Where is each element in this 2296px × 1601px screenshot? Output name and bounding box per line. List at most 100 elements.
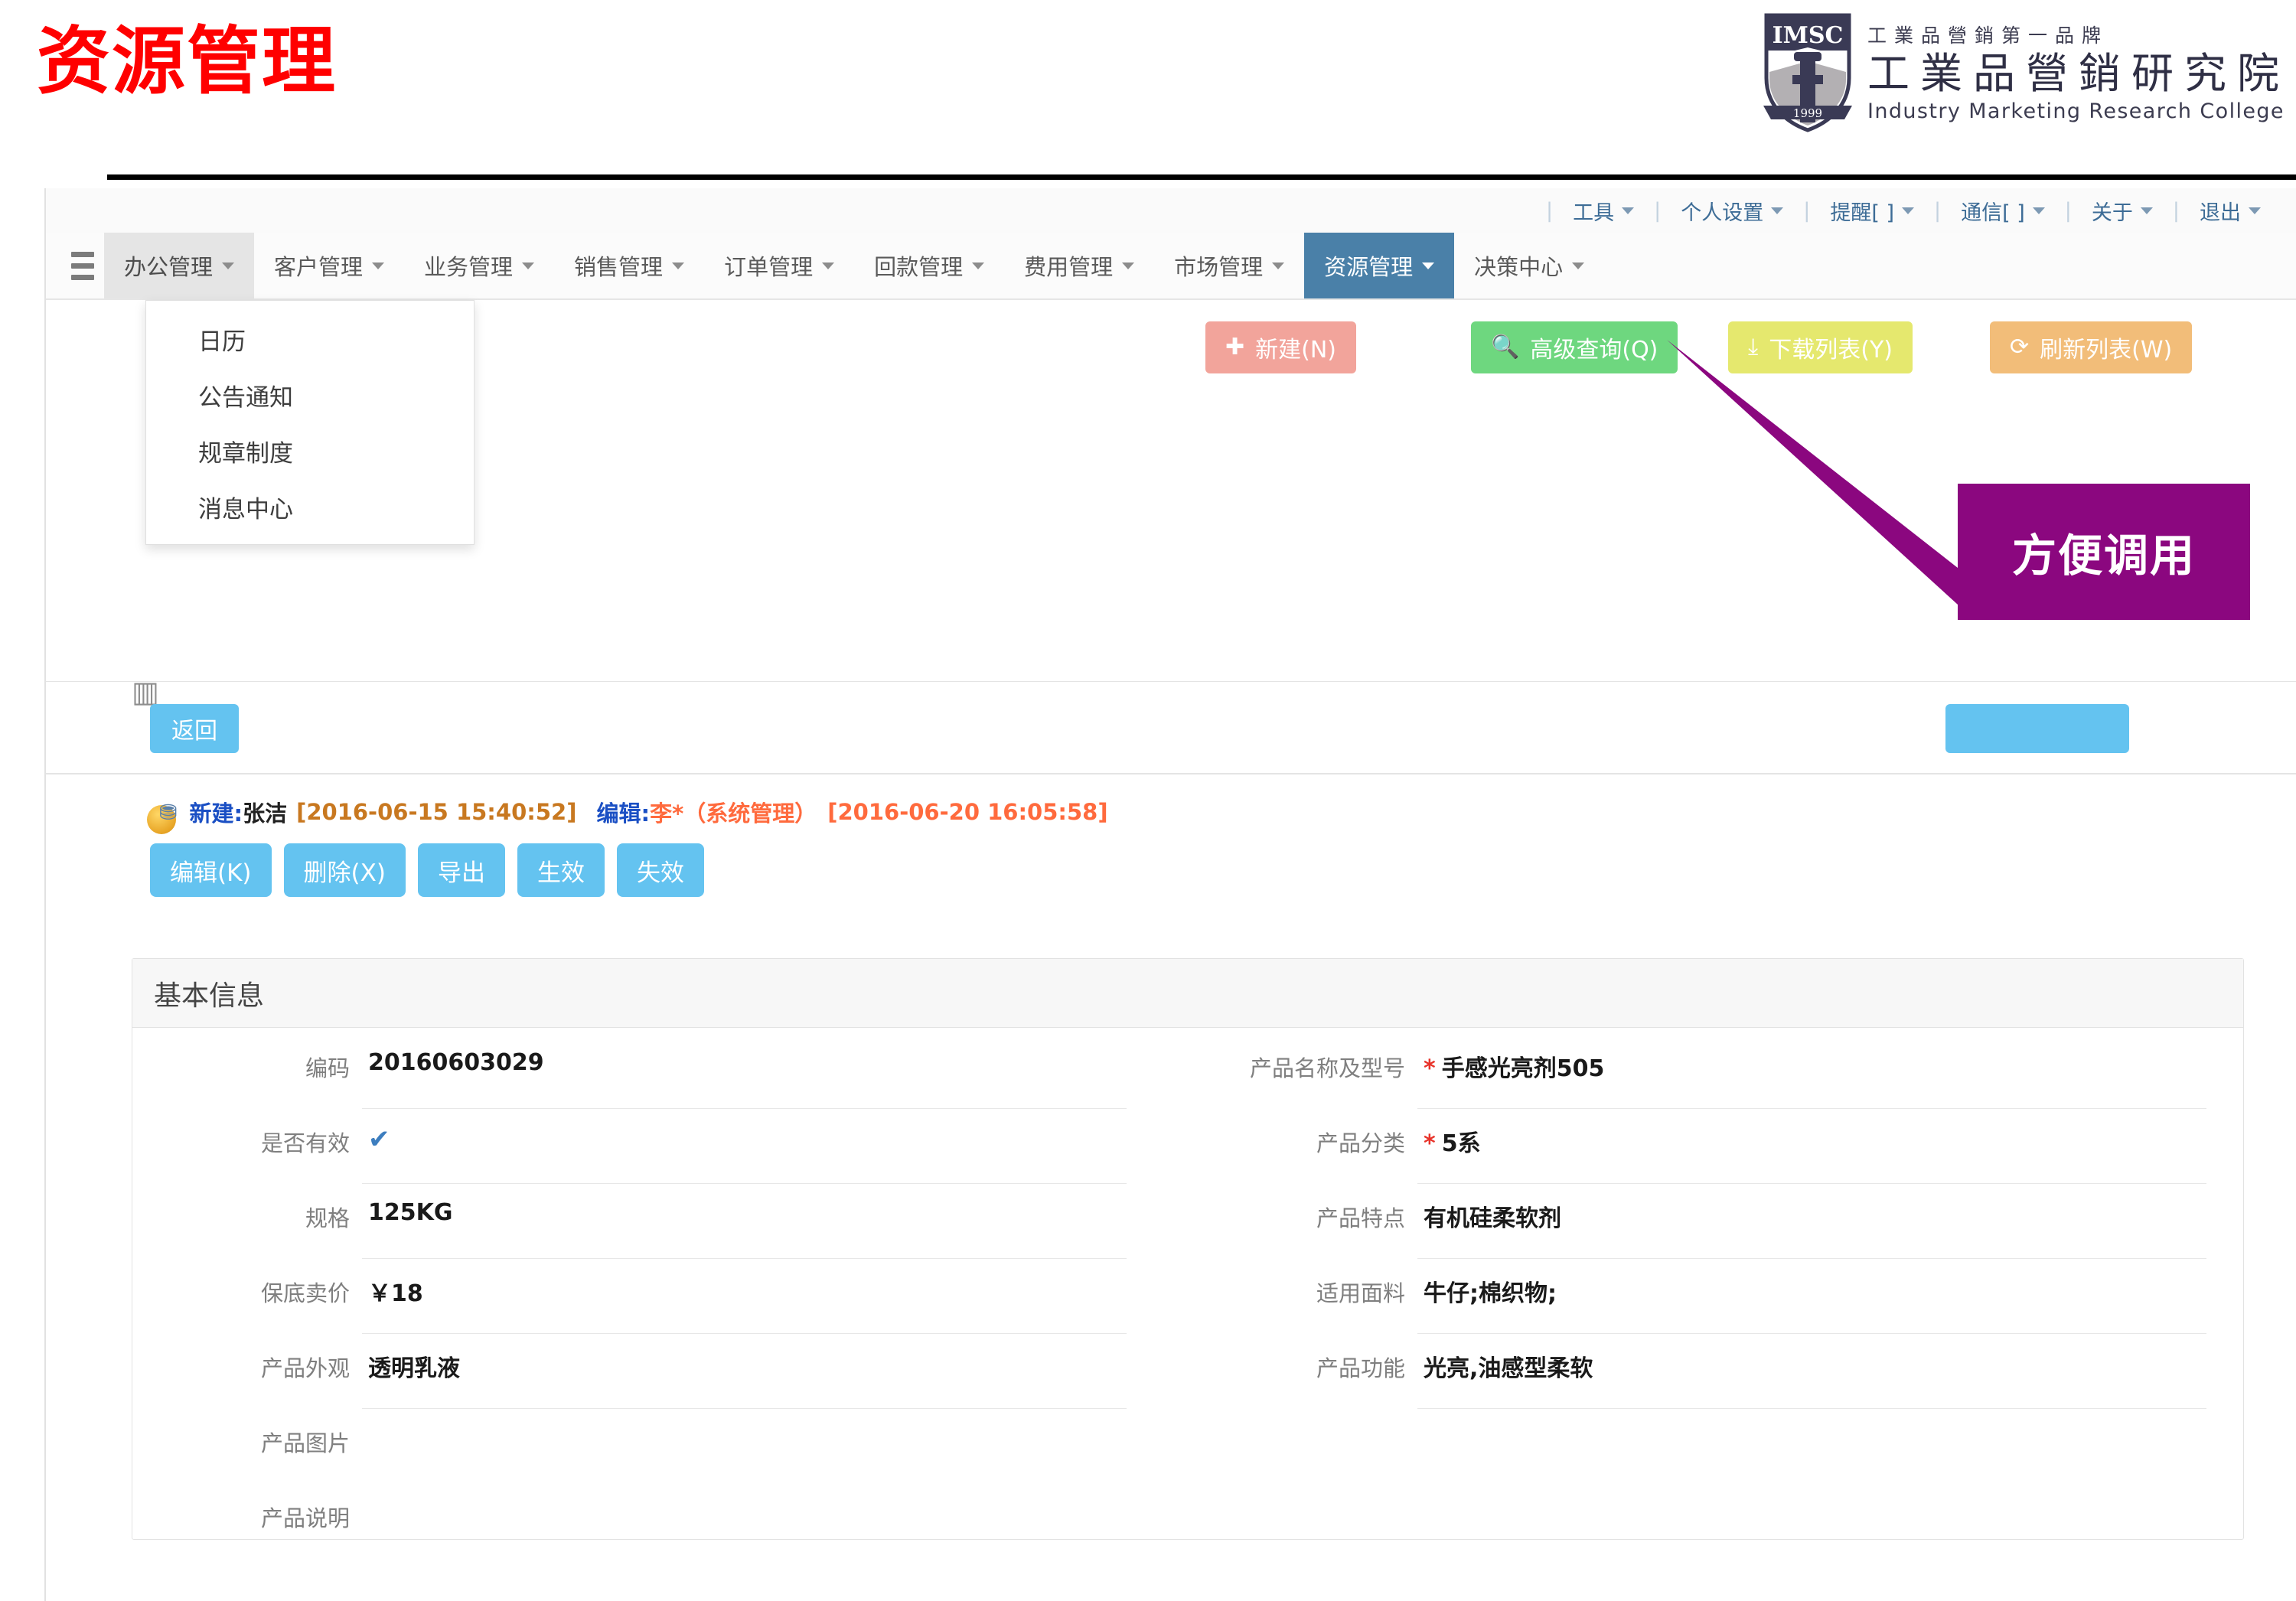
field-value-wrap: * 5系 <box>1417 1117 2206 1184</box>
field-label <box>1188 1492 1417 1501</box>
field-row: 产品外观 透明乳液 <box>132 1342 1188 1417</box>
field-label: 保底卖价 <box>260 1280 350 1306</box>
download-list-button[interactable]: ⤓ 下载列表(Y) <box>1728 321 1913 373</box>
page-title: 资源管理 <box>37 18 337 104</box>
field-value: 透明乳液 <box>362 1342 1127 1409</box>
nav-item-label: 市场管理 <box>1174 254 1264 280</box>
chevron-down-icon <box>1572 262 1585 269</box>
download-icon: ⤓ <box>1748 334 1759 360</box>
record-icon: ⛃ <box>159 799 178 825</box>
utility-item-personal-settings[interactable]: 个人设置 <box>1664 196 1800 226</box>
dropdown-item-announcements[interactable]: 公告通知 <box>146 367 474 423</box>
field-label: 产品图片 <box>260 1430 350 1456</box>
field-value <box>1417 1492 2206 1559</box>
nav-item-office-management[interactable]: 办公管理 <box>104 233 255 298</box>
field-row: 产品分类 * 5系 <box>1188 1117 2243 1192</box>
edit-button[interactable]: 编辑(K) <box>150 843 272 897</box>
audit-trail: ⛃ 新建: 张洁 [2016-06-15 15:40:52] 编辑: 李*（系统… <box>159 796 1108 828</box>
nav-item-label: 业务管理 <box>424 254 514 280</box>
field-value-wrap: * 手感光亮剂505 <box>1417 1042 2206 1109</box>
field-label: 适用面料 <box>1316 1280 1405 1306</box>
field-row <box>1188 1417 2243 1492</box>
utility-separator: | <box>1654 198 1662 223</box>
field-value: 125KG <box>362 1192 1127 1259</box>
field-label: 规格 <box>305 1205 350 1231</box>
office-management-dropdown: 日历 公告通知 规章制度 消息中心 <box>145 300 475 545</box>
plus-icon: ✚ <box>1225 334 1245 360</box>
info-right-column: 产品名称及型号 *手感光亮剂505 产品分类 *5系 产品特点 有机硅柔软剂 <box>1188 1042 2243 1567</box>
utility-item-logout[interactable]: 退出 <box>2183 196 2278 226</box>
field-value: ￥18 <box>362 1267 1127 1334</box>
dropdown-item-label: 规章制度 <box>198 440 293 468</box>
chevron-down-icon <box>822 262 835 269</box>
nav-item-market-management[interactable]: 市场管理 <box>1154 233 1304 298</box>
nav-item-payment-management[interactable]: 回款管理 <box>854 233 1004 298</box>
field-row: 产品说明 <box>132 1492 1188 1567</box>
field-label: 产品外观 <box>260 1355 350 1381</box>
nav-item-label: 订单管理 <box>724 254 814 280</box>
nav-item-sales-management[interactable]: 销售管理 <box>554 233 704 298</box>
utility-item-tools[interactable]: 工具 <box>1556 196 1651 226</box>
delete-button[interactable]: 删除(X) <box>283 843 406 897</box>
nav-item-label: 资源管理 <box>1324 254 1414 280</box>
record-bar-right-button[interactable] <box>1945 704 2129 753</box>
app-screenshot: | 工具 | 个人设置 | 提醒[ ] | 通信[ ] | 关于 | 退出 办公… <box>44 188 2296 1601</box>
back-button[interactable]: 返回 <box>150 704 239 753</box>
utility-item-messaging[interactable]: 通信[ ] <box>1944 196 2062 226</box>
audit-edit-user: 李*（系统管理） <box>650 800 817 827</box>
basic-info-header: 基本信息 <box>132 959 2243 1028</box>
activate-button[interactable]: 生效 <box>517 843 605 897</box>
required-marker: * <box>1424 1055 1436 1082</box>
dropdown-item-message-center[interactable]: 消息中心 <box>146 479 474 535</box>
utility-item-label: 关于 <box>2091 201 2133 225</box>
field-label: 是否有效 <box>260 1130 350 1156</box>
field-row: 产品特点 有机硅柔软剂 <box>1188 1192 2243 1267</box>
chevron-down-icon <box>1272 262 1285 269</box>
utility-item-reminders[interactable]: 提醒[ ] <box>1813 196 1931 226</box>
field-value: 手感光亮剂505 <box>1441 1055 1605 1082</box>
field-row: 是否有效 ✔ <box>132 1117 1188 1192</box>
utility-separator: | <box>1934 198 1942 223</box>
advanced-query-button[interactable]: 🔍 高级查询(Q) <box>1471 321 1678 373</box>
deactivate-button[interactable]: 失效 <box>616 843 704 897</box>
dropdown-item-label: 公告通知 <box>198 384 293 412</box>
new-button[interactable]: ✚ 新建(N) <box>1205 321 1356 373</box>
chevron-down-icon <box>672 262 685 269</box>
utility-item-about[interactable]: 关于 <box>2075 196 2170 226</box>
nav-item-customer-management[interactable]: 客户管理 <box>254 233 404 298</box>
logo-tagline: 工業品營銷第一品牌 <box>1867 24 2108 47</box>
refresh-list-button[interactable]: ⟳ 刷新列表(W) <box>1990 321 2193 373</box>
nav-item-order-management[interactable]: 订单管理 <box>704 233 854 298</box>
dropdown-item-regulations[interactable]: 规章制度 <box>146 423 474 479</box>
field-row <box>1188 1492 2243 1567</box>
chevron-down-icon <box>2032 207 2045 214</box>
field-row: 保底卖价 ￥18 <box>132 1267 1188 1342</box>
nav-item-resource-management[interactable]: 资源管理 <box>1304 233 1455 298</box>
new-button-label: 新建(N) <box>1255 337 1336 364</box>
field-value: 有机硅柔软剂 <box>1417 1192 2206 1259</box>
field-label: 编码 <box>305 1055 350 1081</box>
field-row: 编码 20160603029 <box>132 1042 1188 1117</box>
utility-item-label: 通信[ ] <box>1961 201 2025 225</box>
field-label: 产品特点 <box>1316 1205 1405 1231</box>
chevron-down-icon <box>522 262 535 269</box>
nav-item-expense-management[interactable]: 费用管理 <box>1004 233 1154 298</box>
hamburger-icon[interactable] <box>61 233 104 298</box>
nav-item-decision-center[interactable]: 决策中心 <box>1454 233 1604 298</box>
shield-icon: IMSC 1999 <box>1763 13 1852 132</box>
hamburger-bar <box>71 251 94 257</box>
required-marker: * <box>1424 1130 1436 1157</box>
field-value: 牛仔;棉织物; <box>1417 1267 2206 1334</box>
nav-item-business-management[interactable]: 业务管理 <box>404 233 554 298</box>
logo-name-en: Industry Marketing Research College <box>1867 99 2285 124</box>
audit-create-user: 张洁 <box>243 800 288 827</box>
utility-separator: | <box>2064 198 2072 223</box>
chevron-down-icon <box>2249 207 2261 214</box>
utility-item-label: 工具 <box>1573 201 1615 225</box>
title-divider <box>107 174 2296 180</box>
dropdown-item-calendar[interactable]: 日历 <box>146 311 474 367</box>
info-left-column: 编码 20160603029 是否有效 ✔ 规格 125KG 保底卖价 ￥18 <box>132 1042 1188 1567</box>
shield-label: IMSC <box>1773 22 1844 49</box>
chevron-down-icon <box>1122 262 1135 269</box>
export-button[interactable]: 导出 <box>417 843 505 897</box>
